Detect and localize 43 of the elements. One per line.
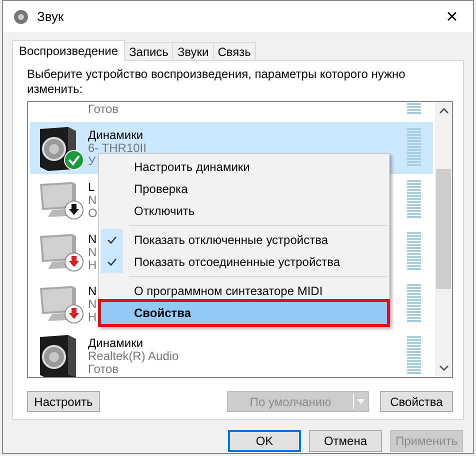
device-detail: O: [88, 207, 98, 220]
device-detail: H: [88, 259, 97, 272]
menu-item[interactable]: Отключить: [101, 200, 387, 222]
device-detail: Готов: [88, 103, 119, 116]
menu-item[interactable]: О программном синтезаторе MIDI: [101, 280, 387, 302]
speaker-icon: [13, 8, 29, 24]
window-title: Звук: [37, 8, 65, 26]
menu-item[interactable]: Свойства: [101, 302, 387, 324]
menu-item[interactable]: Показать отсоединенные устройства: [101, 251, 387, 273]
device-name: Динамики: [88, 129, 144, 142]
scrollbar[interactable]: [435, 102, 452, 377]
level-meter-icon: [407, 128, 421, 168]
level-meter-icon: [407, 232, 421, 272]
device-name: N: [88, 285, 97, 298]
tab[interactable]: Воспроизведение: [12, 40, 126, 61]
button[interactable]: OK: [228, 430, 301, 452]
device-detail: H: [88, 311, 97, 324]
tab[interactable]: Запись: [125, 42, 174, 60]
menu-item[interactable]: Проверка: [101, 178, 387, 200]
device-name: N: [88, 233, 97, 246]
menu-item[interactable]: Показать отключенные устройства: [101, 229, 387, 251]
device-name: Динамики: [88, 337, 144, 350]
close-button[interactable]: ×: [435, 2, 469, 30]
tab[interactable]: Звуки: [173, 42, 214, 60]
device-detail: N: [88, 298, 97, 311]
scroll-thumb[interactable]: [436, 169, 451, 289]
device-detail: Realtek(R) Audio: [88, 350, 179, 363]
device-detail: 6- THR10II: [88, 142, 146, 155]
level-meter-icon: [407, 180, 421, 220]
button[interactable]: Настроить: [27, 391, 100, 412]
device-name: L: [88, 181, 95, 194]
caret-icon: [354, 398, 368, 406]
level-meter-icon: [407, 284, 421, 324]
instruction-text: Выберите устройство воспроизведения, параметры которого нужно изменить:: [27, 67, 406, 97]
device-detail: Готов: [88, 363, 119, 376]
tab[interactable]: Связь: [214, 42, 256, 60]
speaker-icon: [38, 333, 78, 377]
button[interactable]: Свойства: [380, 391, 453, 412]
device-detail: N: [88, 194, 97, 207]
button[interactable]: Отмена: [309, 430, 382, 452]
level-meter-icon: [407, 336, 421, 376]
device-detail: N: [88, 246, 97, 259]
device-detail: У: [88, 155, 96, 168]
